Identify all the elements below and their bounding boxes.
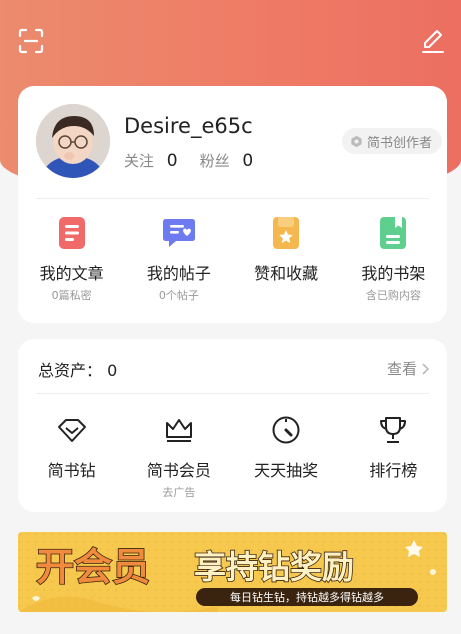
services: 简书钻 简书会员 去广告 天天抽奖 排行榜 xyxy=(18,413,447,499)
service-label: 排行榜 xyxy=(369,461,418,480)
quick-link-sub: 0个帖子 xyxy=(158,289,199,302)
quick-link-label: 赞和收藏 xyxy=(254,264,319,283)
quick-link-articles[interactable]: 我的文章 0篇私密 xyxy=(18,216,125,302)
chevron-right-icon xyxy=(422,362,429,375)
followers-label: 粉丝 xyxy=(199,152,230,170)
quick-link-favorites[interactable]: 赞和收藏 xyxy=(233,216,340,301)
following-stat[interactable]: 关注 0 xyxy=(124,150,178,171)
service-label: 简书钻 xyxy=(47,461,96,480)
banner-headline-right: 享持钻奖励 xyxy=(194,548,354,586)
membership-banner[interactable]: 开会员 享持钻奖励 每日钻生钻，持钻越多得钻越多 xyxy=(18,532,447,612)
quick-link-label: 我的文章 xyxy=(39,264,104,283)
service-lottery[interactable]: 天天抽奖 xyxy=(233,413,340,498)
quick-link-label: 我的书架 xyxy=(361,264,426,283)
total-assets: 总资产： 0 xyxy=(38,357,117,381)
followers-stat[interactable]: 粉丝 0 xyxy=(200,150,254,171)
view-assets-link[interactable]: 查看 xyxy=(387,358,429,379)
service-membership[interactable]: 简书会员 去广告 xyxy=(125,413,232,499)
username[interactable]: Desire_e65c xyxy=(124,114,253,138)
quick-link-sub: 含已购内容 xyxy=(365,289,421,302)
divider xyxy=(36,198,429,199)
lottery-dial-icon xyxy=(272,416,300,444)
hexagon-icon xyxy=(351,135,362,147)
profile-card: Desire_e65c 关注 0 粉丝 0 简书创作者 我的文章 0篇私密 我的… xyxy=(18,86,447,323)
banner-headline-left: 开会员 xyxy=(36,545,150,589)
edit-icon[interactable] xyxy=(420,28,446,54)
quick-link-sub: 0篇私密 xyxy=(51,289,92,302)
banner-artwork: 开会员 享持钻奖励 每日钻生钻，持钻越多得钻越多 xyxy=(18,532,447,612)
quick-link-posts[interactable]: 我的帖子 0个帖子 xyxy=(125,216,232,302)
service-ranking[interactable]: 排行榜 xyxy=(340,413,447,498)
service-label: 天天抽奖 xyxy=(254,461,319,480)
bookshelf-icon xyxy=(380,217,407,249)
asset-card: 总资产： 0 查看 简书钻 简书会员 去广告 天天抽奖 排行榜 xyxy=(18,339,447,512)
post-icon xyxy=(162,219,195,247)
quick-link-bookshelf[interactable]: 我的书架 含已购内容 xyxy=(340,216,447,302)
favorite-icon xyxy=(273,217,300,249)
banner-tagline: 每日钻生钻，持钻越多得钻越多 xyxy=(230,590,384,604)
followers-count: 0 xyxy=(242,151,254,171)
top-bar xyxy=(0,0,461,80)
creator-badge[interactable]: 简书创作者 xyxy=(342,128,443,154)
creator-badge-label: 简书创作者 xyxy=(367,135,433,151)
crown-icon xyxy=(165,419,192,442)
trophy-icon xyxy=(380,417,407,443)
total-assets-label: 总资产： xyxy=(38,361,103,380)
view-assets-label: 查看 xyxy=(386,360,417,378)
article-icon xyxy=(58,217,85,249)
scan-icon[interactable] xyxy=(18,28,44,54)
quick-links: 我的文章 0篇私密 我的帖子 0个帖子 赞和收藏 我的书架 含已购内容 xyxy=(18,216,447,302)
following-label: 关注 xyxy=(124,152,155,170)
following-count: 0 xyxy=(166,151,178,171)
total-assets-value: 0 xyxy=(107,361,118,380)
service-label: 简书会员 xyxy=(146,461,211,480)
avatar[interactable] xyxy=(36,104,110,178)
quick-link-label: 我的帖子 xyxy=(146,264,211,283)
service-diamond[interactable]: 简书钻 xyxy=(18,413,125,498)
profile-stats: 关注 0 粉丝 0 xyxy=(124,150,253,171)
service-sub: 去广告 xyxy=(162,486,196,499)
divider xyxy=(36,393,429,394)
diamond-icon xyxy=(57,419,86,442)
